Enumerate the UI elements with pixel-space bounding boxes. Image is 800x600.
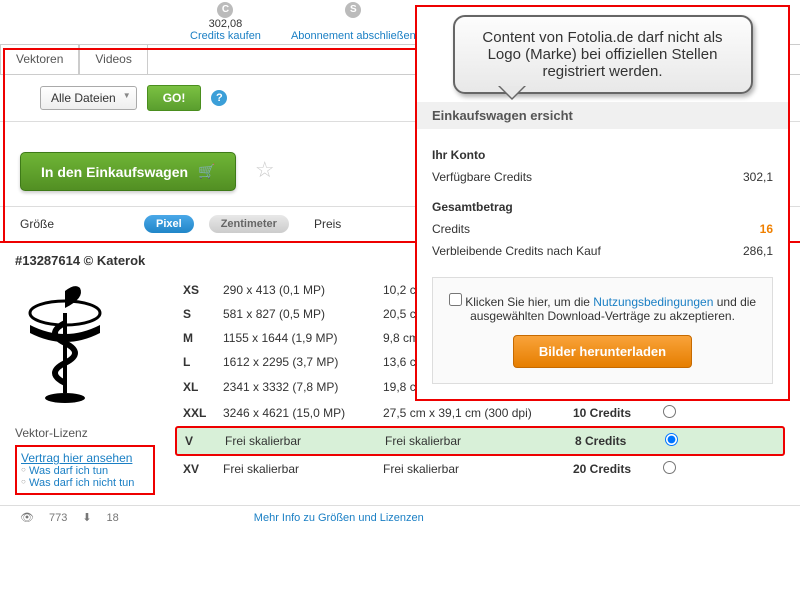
size-credits: 10 Credits — [573, 406, 663, 420]
size-credits: 20 Credits — [573, 462, 663, 476]
footer-stats: 👁 773 ⬇ 18 Mehr Info zu Größen und Lizenze… — [0, 505, 800, 529]
konto-label: Ihr Konto — [432, 148, 485, 162]
price-label: Preis — [314, 217, 341, 231]
credits-label: Credits — [432, 222, 470, 236]
size-radio[interactable] — [663, 405, 676, 418]
credits-box[interactable]: C 302,08 Credits kaufen — [175, 0, 276, 44]
product-image — [15, 283, 115, 413]
abo-box[interactable]: S Abonnement abschließen — [276, 0, 431, 44]
filetype-dropdown[interactable]: Alle Dateien — [40, 86, 137, 110]
size-cm: Frei skalierbar — [385, 434, 575, 448]
views-count: 773 — [49, 512, 67, 524]
vektor-lizenz-label: Vektor-Lizenz — [15, 426, 155, 440]
size-code: S — [183, 307, 223, 321]
size-code: XL — [183, 380, 223, 394]
size-code: XV — [183, 462, 223, 476]
download-button[interactable]: Bilder herunterladen — [513, 335, 692, 368]
downloads-icon: ⬇ — [82, 511, 91, 524]
agree-box: Klicken Sie hier, um die Nutzungsbedingu… — [432, 277, 773, 384]
remaining-value: 286,1 — [743, 244, 773, 258]
avail-value: 302,1 — [743, 170, 773, 184]
size-label: Größe — [20, 217, 54, 231]
allowed-link[interactable]: Was darf ich tun — [21, 465, 149, 477]
size-dim: 1612 x 2295 (3,7 MP) — [223, 355, 383, 369]
credits-value: 16 — [760, 222, 773, 236]
agree-checkbox[interactable] — [449, 293, 462, 306]
add-to-cart-button[interactable]: In den Einkaufswagen 🛒 — [20, 152, 236, 191]
size-radio[interactable] — [663, 461, 676, 474]
cm-toggle[interactable]: Zentimeter — [209, 215, 289, 233]
size-cm: Frei skalierbar — [383, 462, 573, 476]
size-code: L — [183, 355, 223, 369]
size-row-V[interactable]: VFrei skalierbarFrei skalierbar8 Credits — [175, 426, 785, 456]
size-dim: Frei skalierbar — [225, 434, 385, 448]
size-cm: 27,5 cm x 39,1 cm (300 dpi) — [383, 406, 573, 420]
cart-icon: 🛒 — [198, 163, 215, 180]
speech-bubble: Content von Fotolia.de darf nicht als Lo… — [453, 15, 753, 94]
size-dim: 3246 x 4621 (15,0 MP) — [223, 406, 383, 420]
abo-icon: S — [345, 2, 361, 18]
size-row-XV[interactable]: XVFrei skalierbarFrei skalierbar20 Credi… — [175, 456, 785, 482]
terms-link[interactable]: Nutzungsbedingungen — [593, 295, 713, 309]
size-dim: 2341 x 3332 (7,8 MP) — [223, 380, 383, 394]
credits-icon: C — [217, 2, 233, 18]
cart-summary-panel: Content von Fotolia.de darf nicht als Lo… — [415, 5, 790, 401]
remaining-label: Verbleibende Credits nach Kauf — [432, 244, 601, 258]
size-code: XS — [183, 283, 223, 297]
pixel-toggle[interactable]: Pixel — [144, 215, 194, 233]
tab-videos[interactable]: Videos — [79, 45, 147, 74]
size-code: M — [183, 331, 223, 345]
vertrag-link[interactable]: Vertrag hier ansehen — [21, 451, 132, 465]
avail-label: Verfügbare Credits — [432, 170, 532, 184]
tab-vektoren[interactable]: Vektoren — [0, 45, 79, 74]
more-info-link[interactable]: Mehr Info zu Größen und Lizenzen — [254, 512, 424, 524]
size-row-XXL[interactable]: XXL3246 x 4621 (15,0 MP)27,5 cm x 39,1 c… — [175, 400, 785, 426]
notallowed-link[interactable]: Was darf ich nicht tun — [21, 477, 149, 489]
downloads-count: 18 — [107, 512, 119, 524]
size-dim: 290 x 413 (0,1 MP) — [223, 283, 383, 297]
size-dim: Frei skalierbar — [223, 462, 383, 476]
size-dim: 581 x 827 (0,5 MP) — [223, 307, 383, 321]
total-label: Gesamtbetrag — [432, 200, 513, 214]
help-icon[interactable]: ? — [211, 90, 227, 106]
favorite-icon[interactable]: ☆ — [255, 157, 275, 182]
size-dim: 1155 x 1644 (1,9 MP) — [223, 331, 383, 345]
size-code: V — [185, 434, 225, 448]
license-links-box: Vertrag hier ansehen Was darf ich tun Wa… — [15, 445, 155, 495]
go-button[interactable]: GO! — [147, 85, 202, 111]
panel-title: Einkaufswagen ersicht — [417, 102, 788, 129]
size-radio[interactable] — [665, 433, 678, 446]
size-credits: 8 Credits — [575, 434, 665, 448]
size-code: XXL — [183, 406, 223, 420]
views-icon: 👁 — [20, 511, 34, 524]
left-col: Vektor-Lizenz Vertrag hier ansehen Was d… — [15, 278, 155, 495]
